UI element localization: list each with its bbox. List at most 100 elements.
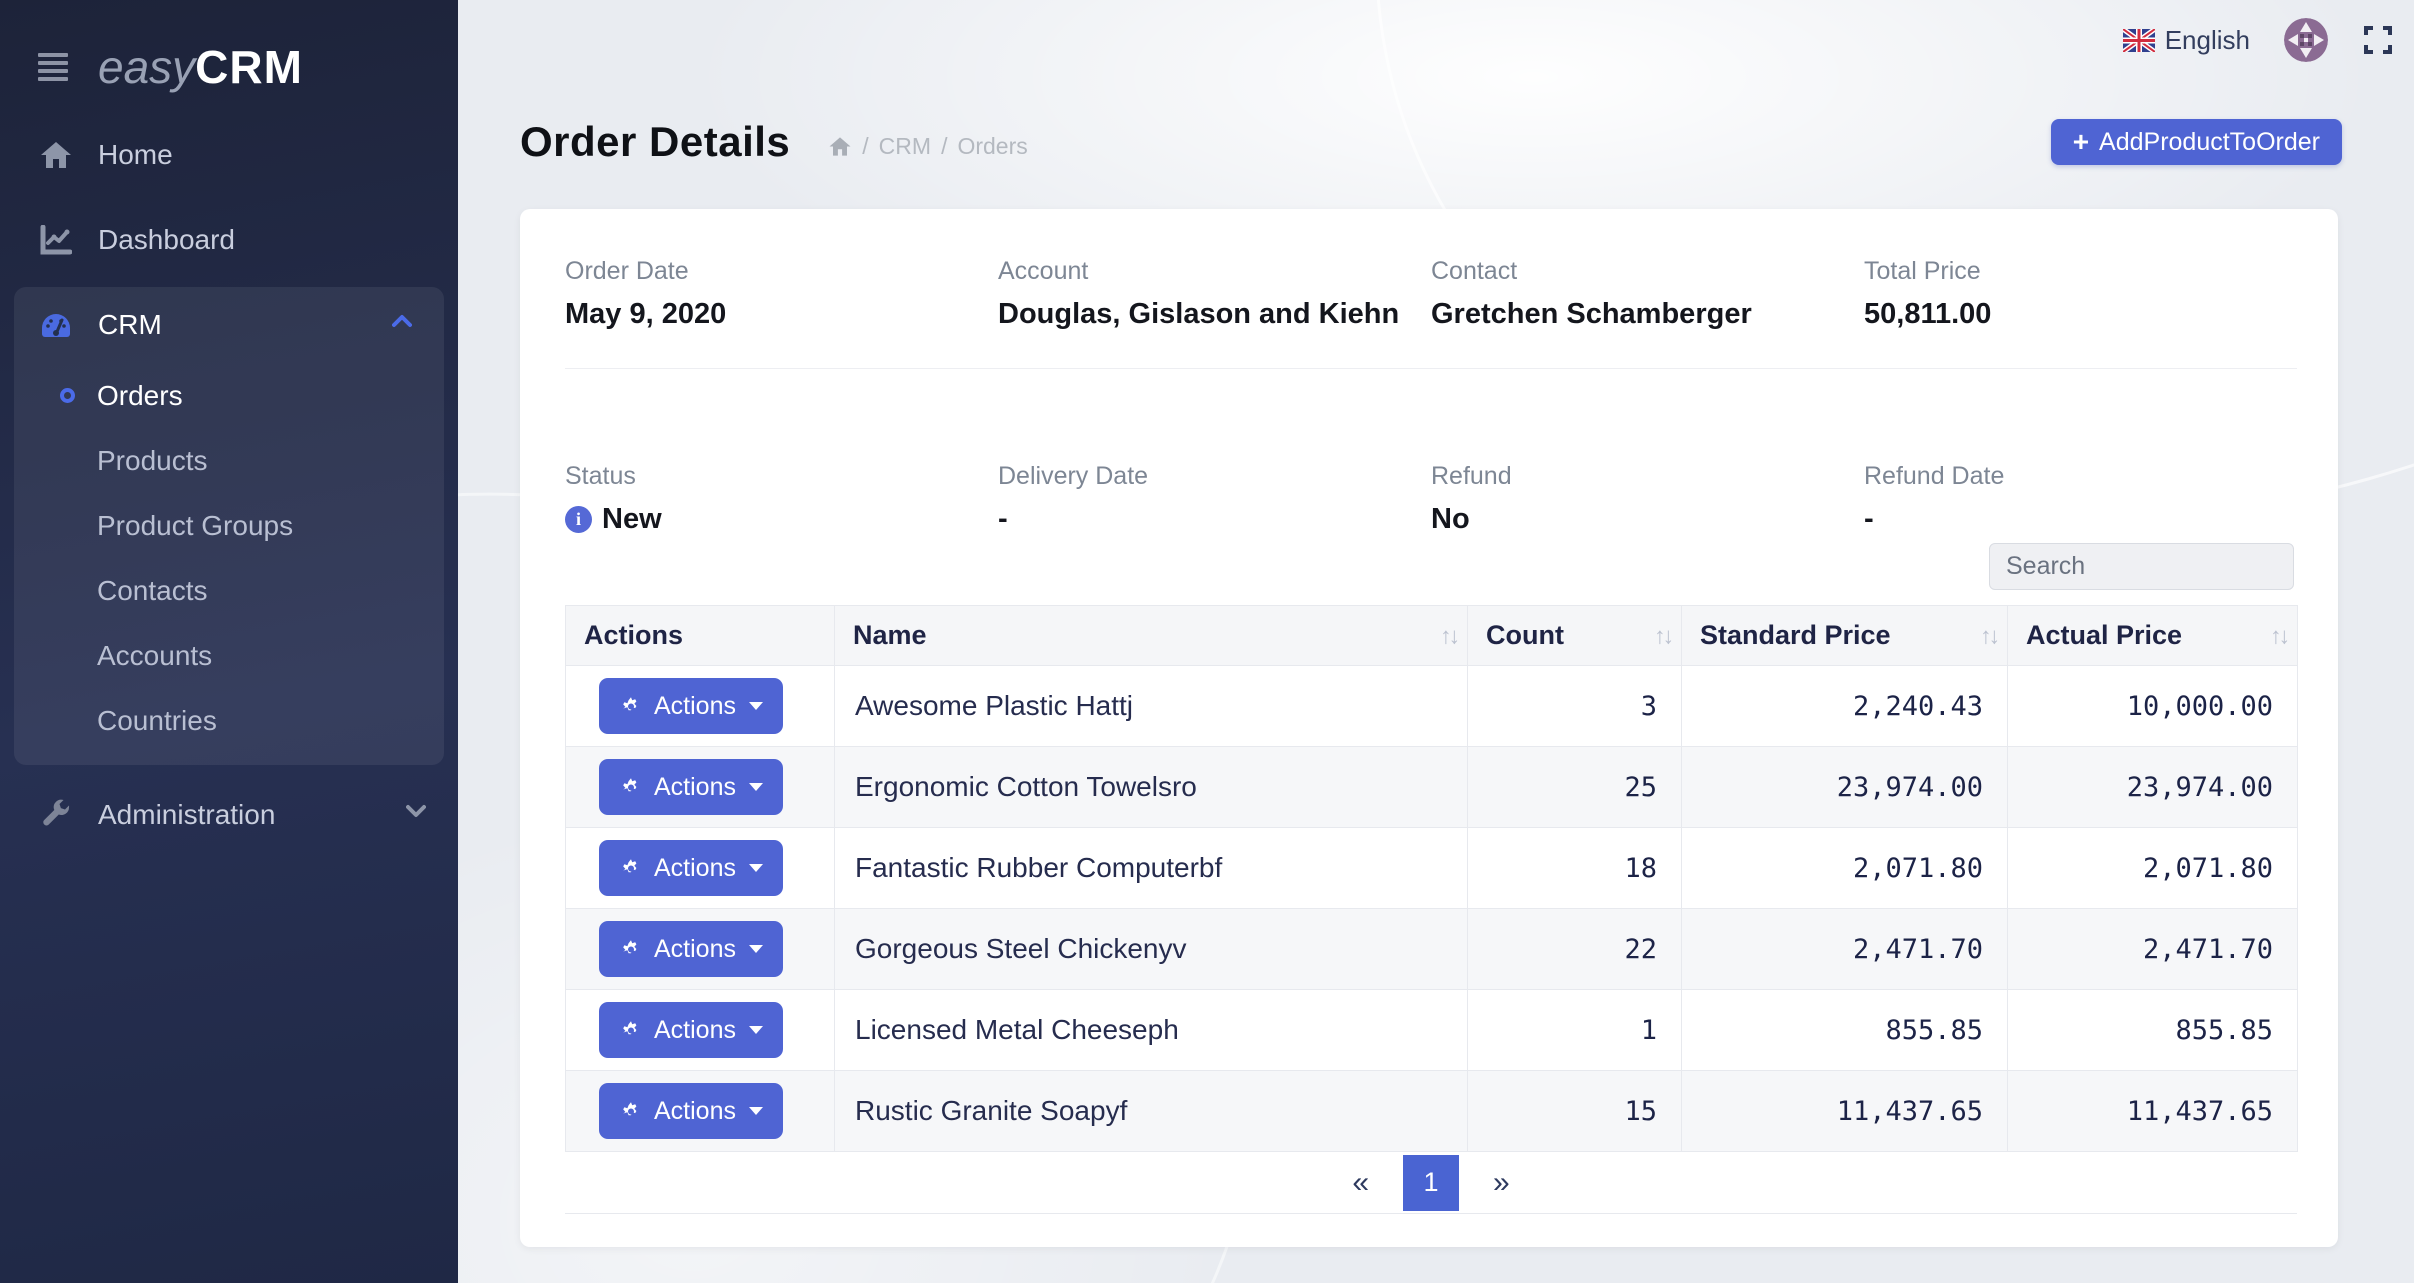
sidebar-item-label: Administration	[98, 799, 275, 831]
row-actions-button[interactable]: Actions	[599, 921, 783, 977]
col-name[interactable]: Name↑↓	[835, 606, 1468, 666]
field-label: Account	[998, 257, 1431, 286]
breadcrumb: / CRM / Orders	[828, 133, 1027, 160]
pagination-page-1[interactable]: 1	[1403, 1155, 1459, 1211]
sidebar-header: easyCRM	[0, 0, 458, 100]
sidebar-item-home[interactable]: Home	[0, 112, 458, 197]
gear-icon	[619, 937, 643, 961]
breadcrumb-separator: /	[862, 133, 868, 160]
col-standard-price[interactable]: Standard Price↑↓	[1682, 606, 2008, 666]
info-icon[interactable]: i	[565, 506, 592, 533]
caret-down-icon	[749, 864, 763, 872]
sidebar-item-orders[interactable]: Orders	[14, 363, 444, 428]
sidebar-item-crm[interactable]: CRM	[14, 287, 444, 363]
field-label: Order Date	[565, 257, 998, 286]
field-account: Account Douglas, Gislason and Kiehn	[998, 257, 1431, 331]
sidebar-item-label: Home	[98, 139, 173, 171]
sort-icon[interactable]: ↑↓	[2270, 622, 2287, 649]
row-actions-button[interactable]: Actions	[599, 678, 783, 734]
cell-standard-price: 855.85	[1682, 990, 2008, 1071]
row-actions-button[interactable]: Actions	[599, 1083, 783, 1139]
row-actions-button[interactable]: Actions	[599, 1002, 783, 1058]
active-bullet-icon	[60, 388, 75, 403]
search-input[interactable]	[1989, 543, 2294, 590]
cell-name: Awesome Plastic Hattj	[835, 666, 1468, 747]
cell-actual-price: 855.85	[2008, 990, 2298, 1071]
caret-down-icon	[749, 1026, 763, 1034]
menu-toggle-icon[interactable]	[38, 53, 68, 81]
breadcrumb-crm[interactable]: CRM	[879, 133, 931, 160]
field-value: May 9, 2020	[565, 298, 998, 331]
language-label: English	[2165, 25, 2250, 56]
sidebar-nav: Home Dashboard CRM Orders	[0, 112, 458, 857]
page-title: Order Details	[520, 118, 790, 166]
cell-actual-price: 2,071.80	[2008, 828, 2298, 909]
field-value: -	[998, 503, 1431, 536]
field-label: Refund	[1431, 462, 1864, 491]
pagination: « 1 »	[565, 1152, 2297, 1214]
sidebar-item-dashboard[interactable]: Dashboard	[0, 197, 458, 282]
topbar: English	[458, 0, 2414, 80]
chevron-down-icon[interactable]	[406, 804, 424, 822]
breadcrumb-orders[interactable]: Orders	[957, 133, 1027, 160]
avatar[interactable]	[2284, 18, 2328, 62]
cell-standard-price: 2,471.70	[1682, 909, 2008, 990]
sidebar-item-contacts[interactable]: Contacts	[14, 558, 444, 623]
table-row: Actions Gorgeous Steel Chickenyv 22 2,47…	[566, 909, 2298, 990]
products-table-wrap: Actions Name↑↓ Count↑↓ Standard Price↑↓ …	[565, 605, 2297, 1214]
tachometer-icon	[38, 310, 74, 340]
language-selector[interactable]: English	[2123, 25, 2250, 56]
cell-count: 1	[1468, 990, 1682, 1071]
field-value: Douglas, Gislason and Kiehn	[998, 298, 1431, 331]
cell-actual-price: 11,437.65	[2008, 1071, 2298, 1152]
gear-icon	[619, 775, 643, 799]
sort-icon[interactable]: ↑↓	[1440, 622, 1457, 649]
caret-down-icon	[749, 783, 763, 791]
sort-icon[interactable]: ↑↓	[1980, 622, 1997, 649]
table-row: Actions Rustic Granite Soapyf 15 11,437.…	[566, 1071, 2298, 1152]
sidebar-item-countries[interactable]: Countries	[14, 688, 444, 753]
cell-count: 18	[1468, 828, 1682, 909]
chevron-up-icon[interactable]	[392, 314, 410, 332]
cell-count: 25	[1468, 747, 1682, 828]
sidebar-item-accounts[interactable]: Accounts	[14, 623, 444, 688]
card-divider	[565, 368, 2297, 369]
field-status: Status i New	[565, 462, 998, 536]
field-refund-date: Refund Date -	[1864, 462, 2297, 536]
cell-standard-price: 23,974.00	[1682, 747, 2008, 828]
gear-icon	[619, 1099, 643, 1123]
field-label: Delivery Date	[998, 462, 1431, 491]
gear-icon	[619, 1018, 643, 1042]
field-value: -	[1864, 503, 2297, 536]
col-actual-price[interactable]: Actual Price↑↓	[2008, 606, 2298, 666]
cell-count: 22	[1468, 909, 1682, 990]
field-value: Gretchen Schamberger	[1431, 298, 1864, 331]
table-header-row: Actions Name↑↓ Count↑↓ Standard Price↑↓ …	[566, 606, 2298, 666]
pagination-next[interactable]: »	[1493, 1166, 1510, 1200]
sidebar-item-products[interactable]: Products	[14, 428, 444, 493]
home-icon	[38, 140, 74, 170]
cell-count: 3	[1468, 666, 1682, 747]
cell-name: Rustic Granite Soapyf	[835, 1071, 1468, 1152]
caret-down-icon	[749, 1107, 763, 1115]
pagination-prev[interactable]: «	[1352, 1166, 1369, 1200]
field-delivery-date: Delivery Date -	[998, 462, 1431, 536]
table-row: Actions Fantastic Rubber Computerbf 18 2…	[566, 828, 2298, 909]
brand-logo[interactable]: easyCRM	[98, 44, 303, 90]
sidebar-item-administration[interactable]: Administration	[0, 772, 458, 857]
sidebar-item-label: Countries	[97, 705, 217, 737]
add-product-to-order-button[interactable]: + AddProductToOrder	[2051, 119, 2342, 165]
sidebar-item-product-groups[interactable]: Product Groups	[14, 493, 444, 558]
table-search	[1989, 543, 2294, 590]
field-contact: Contact Gretchen Schamberger	[1431, 257, 1864, 331]
sidebar-item-label: Dashboard	[98, 224, 235, 256]
sort-icon[interactable]: ↑↓	[1654, 622, 1671, 649]
fullscreen-icon[interactable]	[2364, 26, 2392, 54]
home-icon[interactable]	[828, 136, 852, 157]
col-count[interactable]: Count↑↓	[1468, 606, 1682, 666]
brand-logo-crm: CRM	[195, 41, 303, 93]
order-details-card: Order Date May 9, 2020 Account Douglas, …	[520, 209, 2338, 1247]
row-actions-button[interactable]: Actions	[599, 840, 783, 896]
row-actions-button[interactable]: Actions	[599, 759, 783, 815]
table-row: Actions Ergonomic Cotton Towelsro 25 23,…	[566, 747, 2298, 828]
